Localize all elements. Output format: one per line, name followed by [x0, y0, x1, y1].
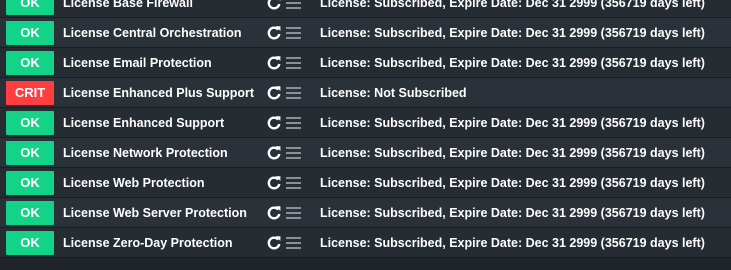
menu-icon[interactable]	[286, 116, 301, 130]
state-badge[interactable]: OK	[6, 201, 54, 225]
table-row: OK License Web Server Protection License…	[0, 198, 731, 228]
reload-icon[interactable]	[266, 115, 282, 131]
service-output: License: Subscribed, Expire Date: Dec 31…	[320, 236, 705, 250]
state-badge[interactable]: OK	[6, 231, 54, 255]
service-name[interactable]: License Web Protection	[63, 168, 204, 198]
state-badge[interactable]: CRIT	[6, 81, 54, 105]
menu-icon[interactable]	[286, 56, 301, 70]
table-row: OK License Zero-Day Protection License: …	[0, 228, 731, 258]
reload-icon[interactable]	[266, 235, 282, 251]
reload-icon[interactable]	[266, 205, 282, 221]
service-name[interactable]: License Email Protection	[63, 48, 212, 78]
table-row: OK License Email Protection License: Sub…	[0, 48, 731, 78]
service-output: License: Subscribed, Expire Date: Dec 31…	[320, 206, 705, 220]
service-name[interactable]: License Enhanced Plus Support	[63, 78, 254, 108]
menu-icon[interactable]	[286, 86, 301, 100]
state-badge[interactable]: OK	[6, 21, 54, 45]
reload-icon[interactable]	[266, 175, 282, 191]
table-row: OK License Central Orchestration License…	[0, 18, 731, 48]
state-badge[interactable]: OK	[6, 171, 54, 195]
service-name[interactable]: License Web Server Protection	[63, 198, 247, 228]
service-output: License: Subscribed, Expire Date: Dec 31…	[320, 146, 705, 160]
state-badge[interactable]: OK	[6, 51, 54, 75]
service-output: License: Subscribed, Expire Date: Dec 31…	[320, 26, 705, 40]
table-row: OK License Web Protection License: Subsc…	[0, 168, 731, 198]
menu-icon[interactable]	[286, 236, 301, 250]
service-name[interactable]: License Network Protection	[63, 138, 228, 168]
reload-icon[interactable]	[266, 25, 282, 41]
reload-icon[interactable]	[266, 55, 282, 71]
reload-icon[interactable]	[266, 0, 282, 11]
service-name[interactable]: License Zero-Day Protection	[63, 228, 233, 258]
service-name[interactable]: License Central Orchestration	[63, 18, 242, 48]
table-row: OK License Enhanced Support License: Sub…	[0, 108, 731, 138]
table-row: OK License Base Firewall License: Subscr…	[0, 0, 731, 18]
table-row: OK License Network Protection License: S…	[0, 138, 731, 168]
reload-icon[interactable]	[266, 145, 282, 161]
service-name[interactable]: License Enhanced Support	[63, 108, 224, 138]
service-name[interactable]: License Base Firewall	[63, 0, 193, 18]
table-row: CRIT License Enhanced Plus Support Licen…	[0, 78, 731, 108]
menu-icon[interactable]	[286, 0, 301, 10]
service-output: License: Subscribed, Expire Date: Dec 31…	[320, 56, 705, 70]
service-output: License: Not Subscribed	[320, 86, 467, 100]
service-output: License: Subscribed, Expire Date: Dec 31…	[320, 0, 705, 10]
state-badge[interactable]: OK	[6, 111, 54, 135]
service-output: License: Subscribed, Expire Date: Dec 31…	[320, 116, 705, 130]
state-badge[interactable]: OK	[6, 0, 54, 15]
reload-icon[interactable]	[266, 85, 282, 101]
menu-icon[interactable]	[286, 26, 301, 40]
menu-icon[interactable]	[286, 146, 301, 160]
state-badge[interactable]: OK	[6, 141, 54, 165]
services-table: OK License Base Firewall License: Subscr…	[0, 0, 731, 270]
menu-icon[interactable]	[286, 206, 301, 220]
menu-icon[interactable]	[286, 176, 301, 190]
service-output: License: Subscribed, Expire Date: Dec 31…	[320, 176, 705, 190]
